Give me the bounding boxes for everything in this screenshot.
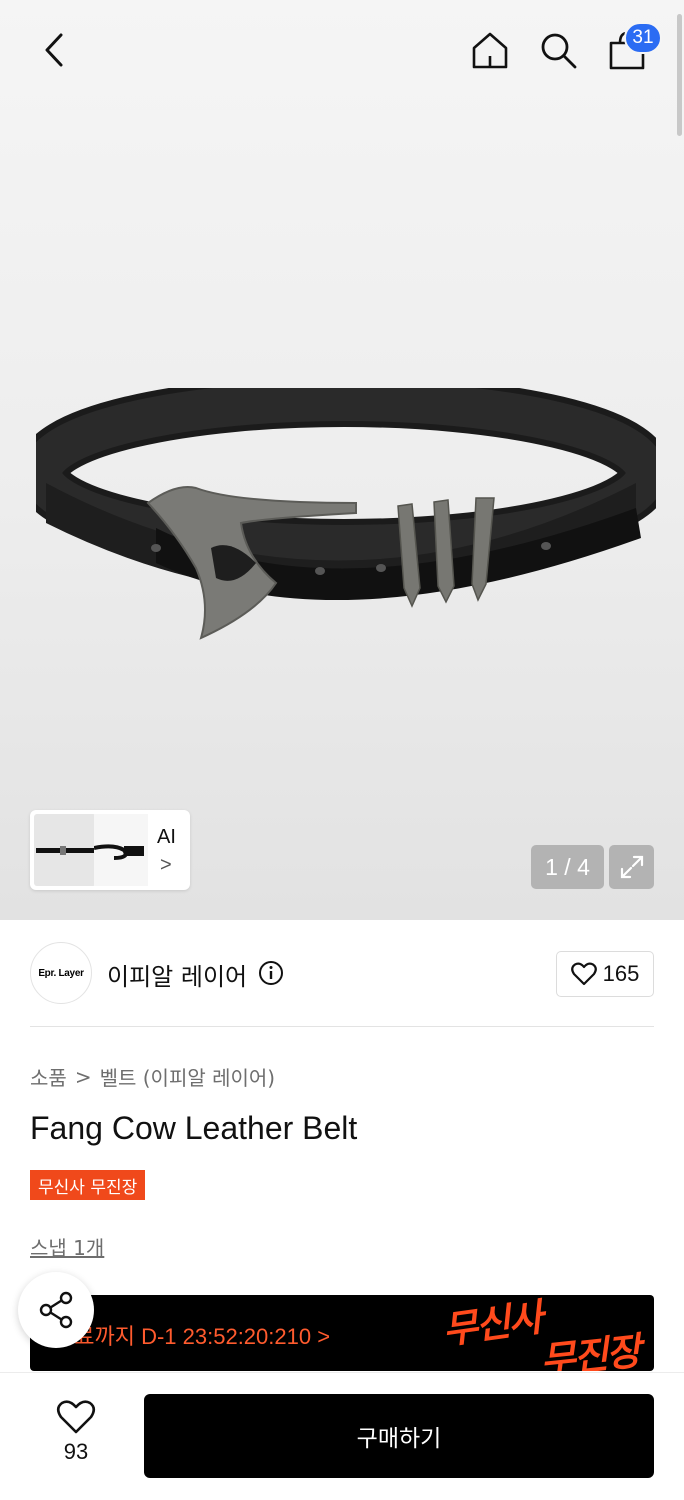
promo-countdown: 종료까지 D-1 23:52:20:210 > [54,1324,331,1349]
buy-button[interactable]: 구매하기 [144,1394,654,1478]
search-icon [541,33,577,69]
promo-banner[interactable]: 종료까지 D-1 23:52:20:210 > 무신사 무진장 [30,1295,654,1371]
promo-logo: 무신사 [439,1295,544,1353]
top-navigation-bar: 31 [0,0,684,100]
breadcrumb-separator: > [74,1064,92,1089]
wishlist-count: 93 [63,1439,89,1464]
ai-thumbnail-button[interactable]: AI > [30,810,190,890]
home-button[interactable] [466,26,514,74]
ai-label: AI [157,826,176,848]
breadcrumb-item-belt[interactable]: 벨트 (이피알 레이어) [100,1062,276,1091]
thumbnail-image [34,814,96,886]
home-icon [472,32,508,69]
thumbnail-image [93,814,148,886]
brand-like-button[interactable]: 165 [556,951,654,997]
expand-icon [620,855,643,879]
breadcrumb: 소품 > 벨트 (이피알 레이어) [30,1062,275,1091]
promo-logo: 무진장 [538,1328,642,1371]
brand-row: Epr. Layer 이피알 레이어 165 [30,942,654,1006]
image-page-counter: 1 / 4 [531,845,604,889]
snap-link[interactable]: 스냅 1개 [30,1232,104,1261]
divider [30,1026,654,1027]
share-button[interactable] [18,1272,94,1348]
back-button[interactable] [30,24,78,76]
brand-logo[interactable]: Epr. Layer [30,942,92,1004]
product-title: Fang Cow Leather Belt [30,1110,358,1146]
cart-count-badge: 31 [624,22,662,54]
product-image-gallery[interactable]: 31 AI > 1 / 4 [0,0,684,920]
info-icon[interactable] [258,960,284,986]
brand-name[interactable]: 이피알 레이어 [107,957,247,992]
chevron-left-icon [45,33,63,67]
product-belt-image [36,388,656,640]
heart-icon [570,962,597,986]
breadcrumb-item-accessories[interactable]: 소품 [30,1062,67,1091]
expand-button[interactable] [609,845,654,889]
share-icon [39,1291,73,1329]
brand-like-count: 165 [602,961,640,986]
chevron-right-icon: > [160,854,172,876]
heart-icon [56,1400,96,1434]
bottom-action-bar: 93 구매하기 [0,1372,684,1500]
wishlist-button[interactable]: 93 [36,1399,116,1479]
event-tag: 무신사 무진장 [30,1170,146,1200]
search-button[interactable] [534,26,582,74]
